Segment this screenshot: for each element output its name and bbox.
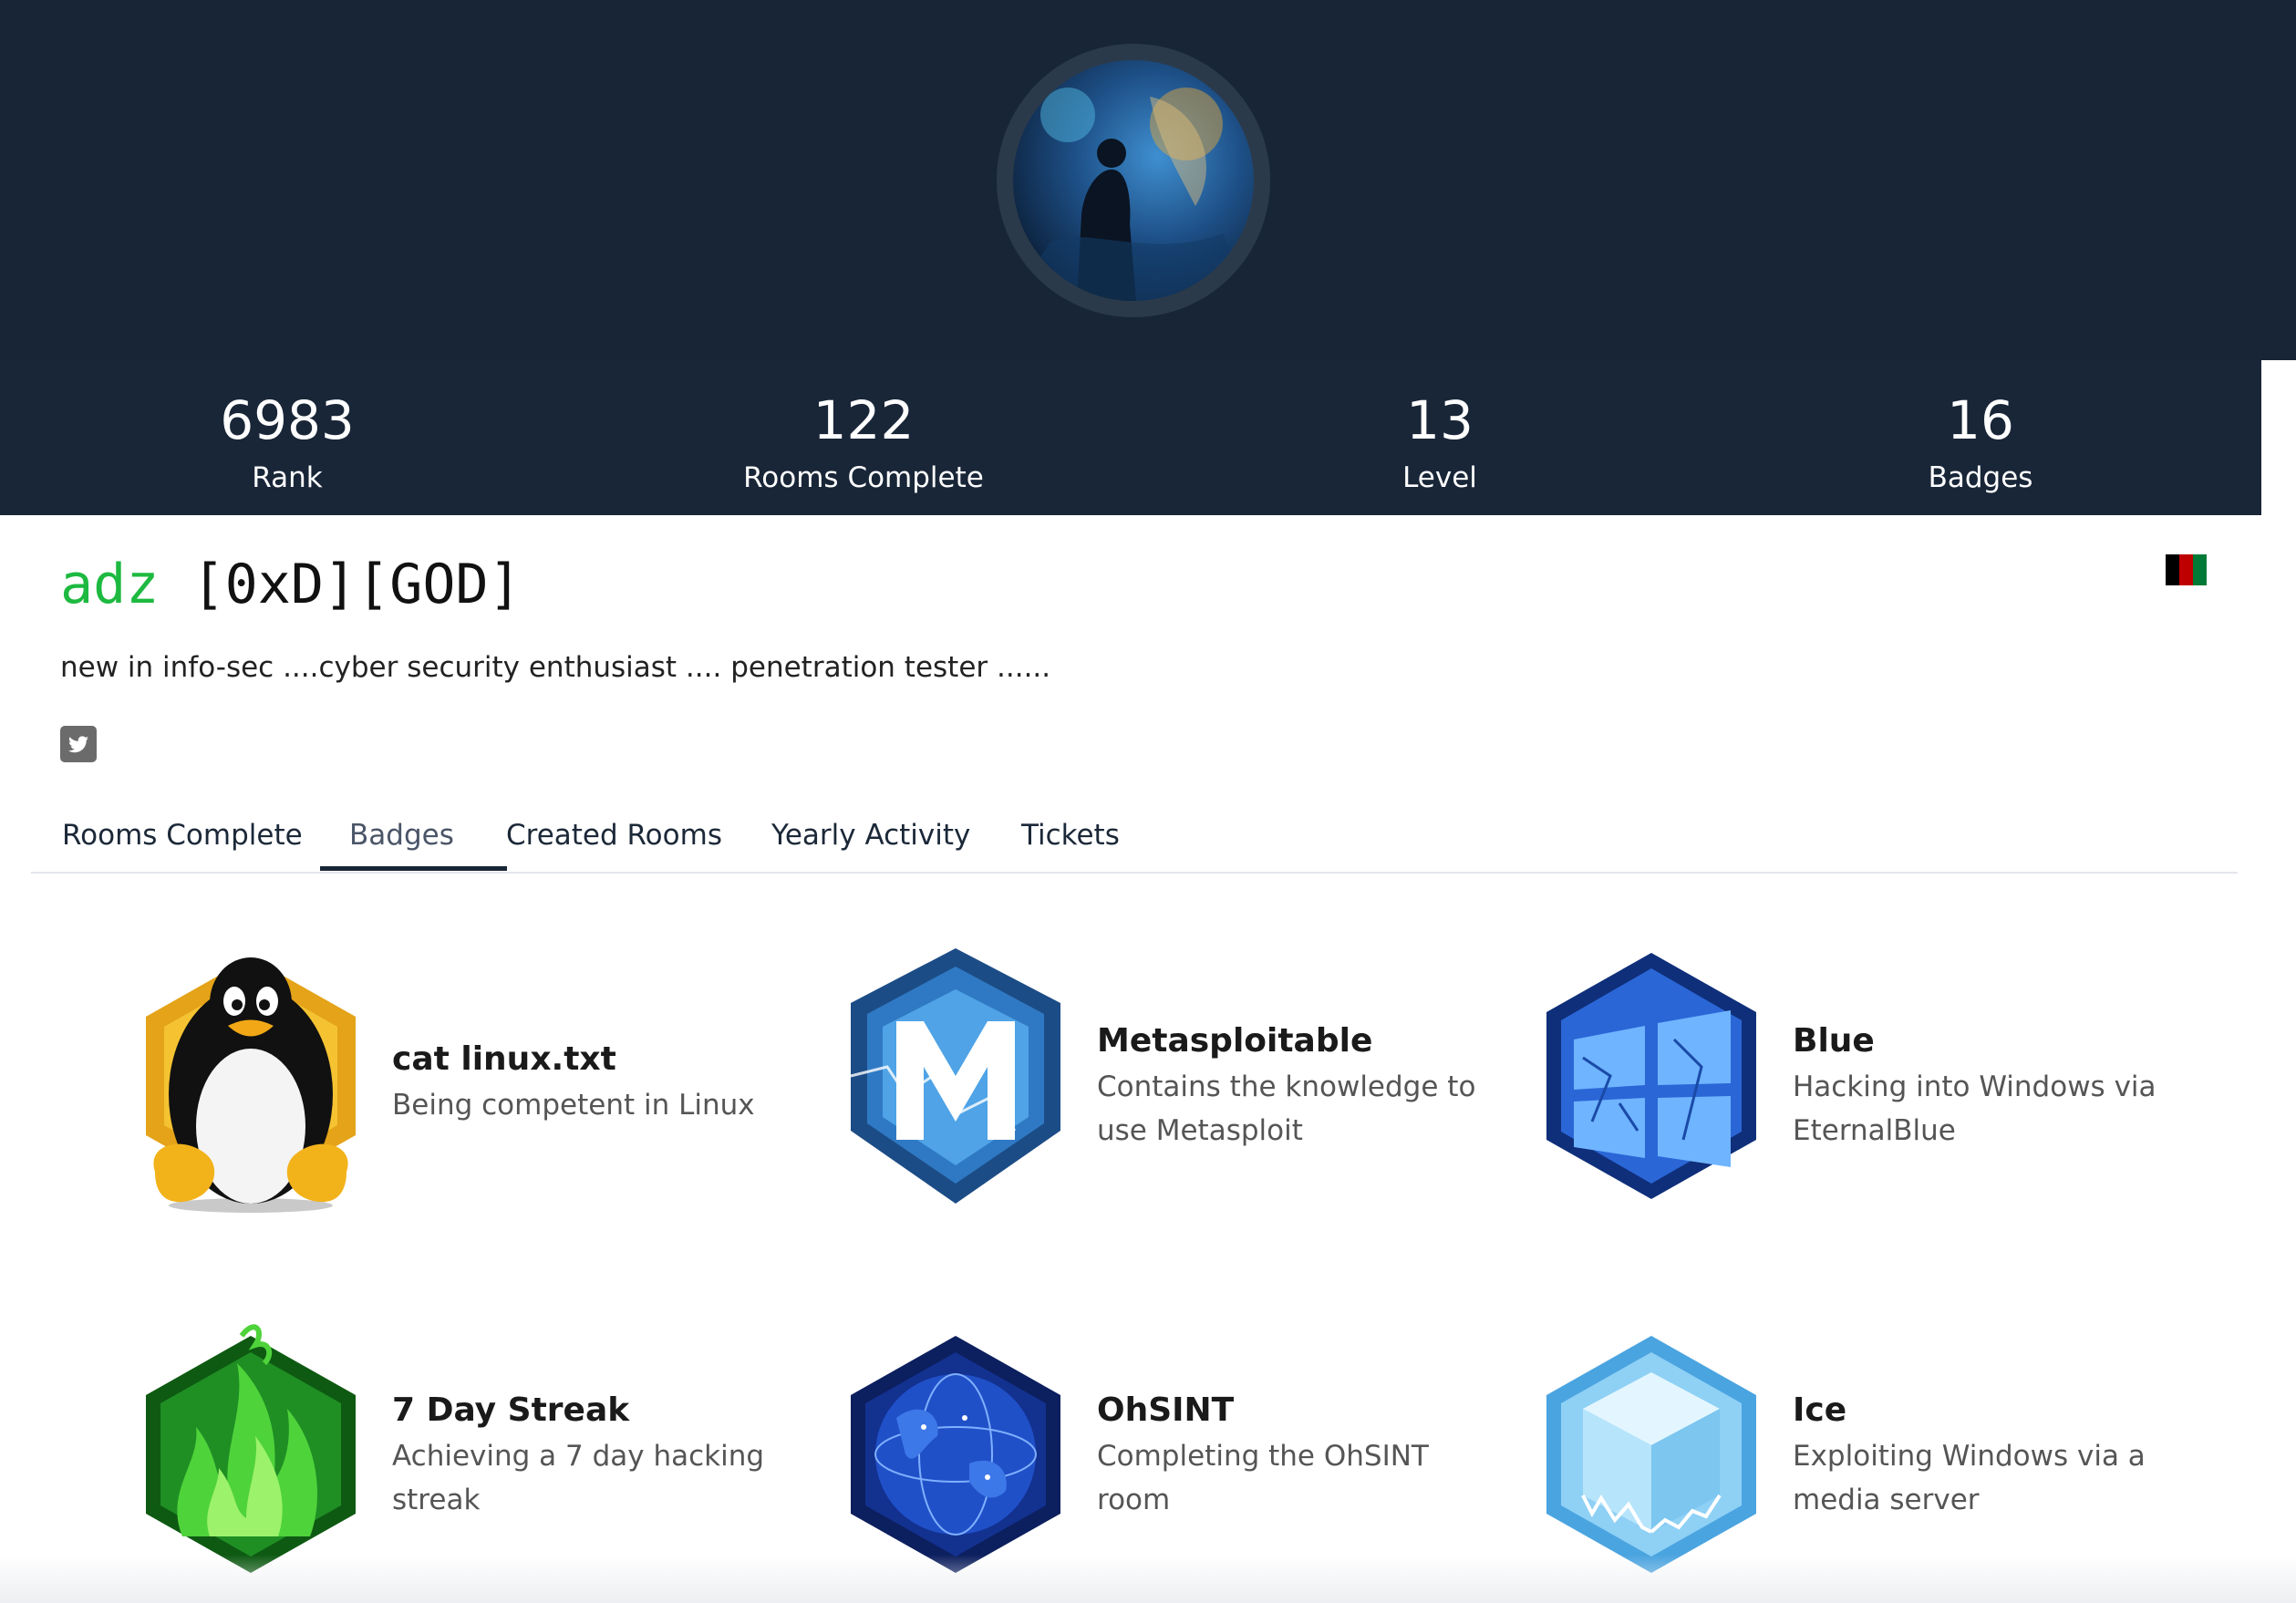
- user-bio: new in info-sec ....cyber security enthu…: [60, 651, 1051, 684]
- stat-value: 13: [1406, 389, 1474, 451]
- badge-title: Blue: [1793, 1022, 1875, 1060]
- stat-label: Badges: [1928, 461, 2033, 494]
- avatar-image: [1013, 60, 1254, 301]
- badge-card[interactable]: Ice Exploiting Windows via a media serve…: [1528, 1308, 2185, 1582]
- stats-bar: 6983 Rank 122 Rooms Complete 13 Level 16…: [0, 360, 2261, 515]
- badge-description: Hacking into Windows via EternalBlue: [1793, 1070, 2156, 1147]
- tab-badges[interactable]: Badges: [349, 815, 454, 855]
- stat-label: Rooms Complete: [743, 461, 984, 494]
- badge-description: Being competent in Linux: [392, 1089, 755, 1122]
- active-tab-indicator: [320, 866, 507, 871]
- badge-card[interactable]: cat linux.txt Being competent in Linux: [128, 939, 784, 1213]
- badge-description: Exploiting Windows via a media server: [1793, 1440, 2146, 1516]
- badge-title: cat linux.txt: [392, 1040, 616, 1078]
- blue-windows-icon: [1528, 939, 1774, 1213]
- badge-description: Achieving a 7 day hacking streak: [392, 1440, 765, 1516]
- flame-icon: [128, 1308, 374, 1582]
- badge-card[interactable]: OhSINT Completing the OhSINT room: [833, 1308, 1489, 1582]
- profile-header: [0, 0, 2296, 360]
- stat-rooms-complete: 122 Rooms Complete: [743, 388, 984, 499]
- stat-label: Rank: [252, 461, 323, 494]
- badge-description: Contains the knowledge to use Metasploit: [1097, 1070, 1476, 1147]
- tab-rooms-complete[interactable]: Rooms Complete: [62, 815, 303, 855]
- badge-title: OhSINT: [1097, 1391, 1235, 1429]
- ice-cube-icon: [1528, 1308, 1774, 1582]
- badge-description: Completing the OhSINT room: [1097, 1440, 1429, 1516]
- username: adz: [60, 553, 160, 616]
- twitter-icon[interactable]: [60, 726, 97, 762]
- badge-title: Metasploitable: [1097, 1022, 1373, 1060]
- tab-yearly-activity[interactable]: Yearly Activity: [771, 815, 970, 855]
- tab-tickets[interactable]: Tickets: [1021, 815, 1120, 855]
- avatar: [997, 44, 1270, 317]
- badge-card[interactable]: Metasploitable Contains the knowledge to…: [833, 939, 1489, 1213]
- metasploit-icon: [833, 939, 1079, 1213]
- badge-card[interactable]: Blue Hacking into Windows via EternalBlu…: [1528, 939, 2185, 1213]
- username-heading: adz [0xD][GOD]: [60, 550, 522, 619]
- stat-rank: 6983 Rank: [220, 388, 355, 499]
- linux-penguin-icon: [128, 939, 374, 1213]
- stat-badges: 16 Badges: [1929, 388, 2033, 499]
- tab-created-rooms[interactable]: Created Rooms: [506, 815, 722, 855]
- globe-icon: [833, 1308, 1079, 1582]
- profile-tabs: Rooms Complete Badges Created Rooms Year…: [31, 793, 2238, 874]
- stat-value: 16: [1947, 389, 2014, 451]
- scroll-fade: [0, 1555, 2296, 1603]
- stat-level: 13 Level: [1402, 388, 1477, 499]
- stat-value: 6983: [220, 389, 355, 451]
- stat-label: Level: [1402, 461, 1477, 494]
- badge-title: 7 Day Streak: [392, 1391, 630, 1429]
- badge-card[interactable]: 7 Day Streak Achieving a 7 day hacking s…: [128, 1308, 784, 1582]
- badge-title: Ice: [1793, 1391, 1847, 1429]
- user-tag: [0xD][GOD]: [191, 553, 522, 616]
- stat-value: 122: [812, 389, 915, 451]
- flag-icon: [2166, 554, 2207, 585]
